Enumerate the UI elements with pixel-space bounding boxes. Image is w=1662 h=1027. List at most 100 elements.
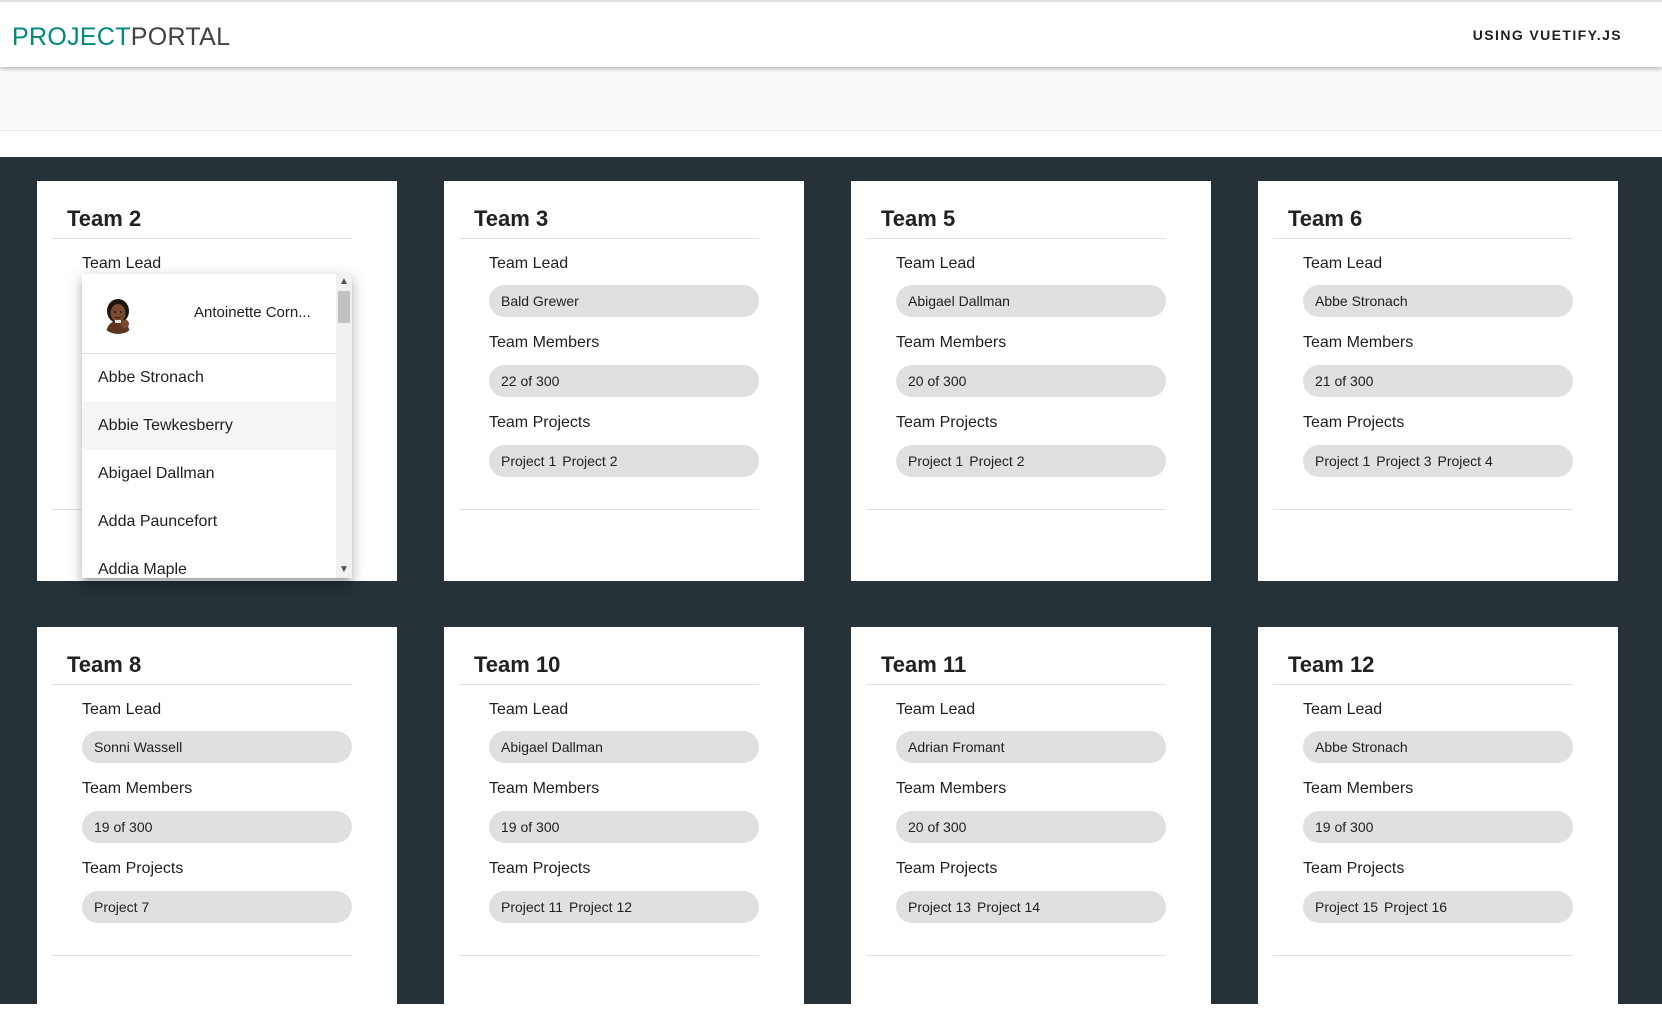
team-lead-option[interactable]: Addia Maple (82, 546, 336, 578)
team-members-label: Team Members (1303, 334, 1414, 351)
team-members-select[interactable]: 20 of 300 (896, 365, 1166, 397)
card-divider (1273, 955, 1573, 956)
team-lead-select[interactable]: Abigael Dallman (896, 285, 1166, 317)
card-divider (866, 509, 1166, 510)
project-chip: Project 4 (1437, 453, 1493, 469)
team-projects-select[interactable]: Project 13 Project 14 (896, 891, 1166, 923)
project-chip: Project 11 (501, 899, 563, 915)
avatar (98, 294, 138, 334)
scroll-down-arrow-icon[interactable]: ▼ (336, 562, 352, 578)
team-members-label: Team Members (489, 334, 600, 351)
person-photo-icon (106, 299, 130, 334)
team-projects-select[interactable]: Project 1 Project 2 (489, 445, 759, 477)
card-divider (1273, 509, 1573, 510)
team-lead-label: Team Lead (1303, 701, 1383, 718)
team-members-select[interactable]: 19 of 300 (82, 811, 352, 843)
team-lead-option[interactable]: Abigael Dallman (82, 450, 336, 498)
team-card: Team 3 Team Lead Bald Grewer Team Members 22… (444, 181, 804, 581)
team-projects-label: Team Projects (489, 414, 591, 431)
team-lead-dropdown-menu: Antoinette Corn... Abbe Stronach Abbie Te… (82, 274, 352, 578)
team-card: Team 8 Team Lead Sonni Wassell Team Members… (37, 627, 397, 1027)
team-lead-label: Team Lead (489, 255, 569, 272)
selected-team-lead-name: Antoinette Corn... (194, 304, 311, 321)
team-name: Team 5 (866, 205, 1166, 239)
team-name: Team 3 (459, 205, 759, 239)
team-members-label: Team Members (82, 780, 193, 797)
scroll-up-arrow-icon[interactable]: ▲ (336, 274, 352, 290)
team-members-label: Team Members (1303, 780, 1414, 797)
team-projects-label: Team Projects (896, 414, 998, 431)
project-chip: Project 1 (501, 453, 557, 469)
team-card: Team 10 Team Lead Abigael Dallman Team Memb… (444, 627, 804, 1027)
card-divider (52, 955, 352, 956)
team-lead-select[interactable]: Adrian Fromant (896, 731, 1166, 763)
team-name: Team 2 (52, 205, 352, 239)
team-projects-select[interactable]: Project 7 (82, 891, 352, 923)
logo-part-project: PROJECT (12, 23, 131, 51)
team-members-label: Team Members (896, 334, 1007, 351)
card-divider (459, 509, 759, 510)
team-name: Team 6 (1273, 205, 1573, 239)
logo-part-portal: PORTAL (130, 23, 231, 51)
project-chip: Project 1 (1315, 453, 1371, 469)
team-name: Team 10 (459, 651, 759, 685)
team-lead-select[interactable]: Abigael Dallman (489, 731, 759, 763)
project-chip: Project 2 (562, 453, 618, 469)
team-members-select[interactable]: 20 of 300 (896, 811, 1166, 843)
scroll-thumb[interactable] (338, 291, 350, 323)
team-lead-select[interactable]: Abbe Stronach (1303, 285, 1573, 317)
team-lead-label: Team Lead (82, 701, 162, 718)
team-projects-label: Team Projects (82, 860, 184, 877)
team-lead-label: Team Lead (489, 701, 569, 718)
team-projects-label: Team Projects (1303, 860, 1405, 877)
team-name: Team 11 (866, 651, 1166, 685)
project-chip: Project 12 (569, 899, 633, 915)
team-name: Team 12 (1273, 651, 1573, 685)
team-lead-option[interactable]: Abbe Stronach (82, 354, 336, 402)
team-card: Team 12 Team Lead Abbe Stronach Team Member… (1258, 627, 1618, 1027)
project-chip: Project 15 (1315, 899, 1379, 915)
selected-team-lead-option[interactable]: Antoinette Corn... (82, 274, 336, 354)
project-chip: Project 7 (94, 899, 150, 915)
toolbar-strip (0, 67, 1662, 131)
project-chip: Project 3 (1376, 453, 1432, 469)
team-lead-select[interactable]: Sonni Wassell (82, 731, 352, 763)
using-vuetify-link[interactable]: USING VUETIFY.JS (1473, 27, 1622, 43)
team-lead-label: Team Lead (1303, 255, 1383, 272)
team-projects-label: Team Projects (1303, 414, 1405, 431)
team-lead-label: Team Lead (896, 255, 976, 272)
team-lead-select[interactable]: Bald Grewer (489, 285, 759, 317)
team-members-label: Team Members (489, 780, 600, 797)
team-members-select[interactable]: 22 of 300 (489, 365, 759, 397)
app-logo[interactable]: PROJECTPORTAL (12, 22, 230, 52)
team-members-select[interactable]: 19 of 300 (1303, 811, 1573, 843)
team-lead-label: Team Lead (82, 255, 162, 272)
team-card: Team 5 Team Lead Abigael Dallman Team Membe… (851, 181, 1211, 581)
team-members-label: Team Members (896, 780, 1007, 797)
project-chip: Project 13 (908, 899, 972, 915)
team-projects-label: Team Projects (489, 860, 591, 877)
app-bar: PROJECTPORTAL USING VUETIFY.JS (0, 0, 1662, 67)
dropdown-scrollbar[interactable]: ▲ ▼ (336, 274, 352, 578)
card-divider (459, 955, 759, 956)
project-chip: Project 16 (1384, 899, 1448, 915)
card-divider (866, 955, 1166, 956)
team-card: Team 6 Team Lead Abbe Stronach Team Members… (1258, 181, 1618, 581)
team-members-select[interactable]: 19 of 300 (489, 811, 759, 843)
project-chip: Project 14 (977, 899, 1041, 915)
team-projects-select[interactable]: Project 11 Project 12 (489, 891, 759, 923)
team-members-select[interactable]: 21 of 300 (1303, 365, 1573, 397)
team-projects-select[interactable]: Project 15 Project 16 (1303, 891, 1573, 923)
team-lead-options-list: Antoinette Corn... Abbe Stronach Abbie Te… (82, 274, 336, 578)
team-lead-option[interactable]: Abbie Tewkesberry (82, 402, 336, 450)
team-lead-select[interactable]: Abbe Stronach (1303, 731, 1573, 763)
team-lead-option[interactable]: Adda Pauncefort (82, 498, 336, 546)
team-lead-label: Team Lead (896, 701, 976, 718)
team-projects-select[interactable]: Project 1 Project 2 (896, 445, 1166, 477)
project-chip: Project 1 (908, 453, 964, 469)
project-chip: Project 2 (969, 453, 1025, 469)
team-name: Team 8 (52, 651, 352, 685)
team-projects-select[interactable]: Project 1 Project 3 Project 4 (1303, 445, 1573, 477)
team-card: Team 11 Team Lead Adrian Fromant Team Membe… (851, 627, 1211, 1027)
team-projects-label: Team Projects (896, 860, 998, 877)
